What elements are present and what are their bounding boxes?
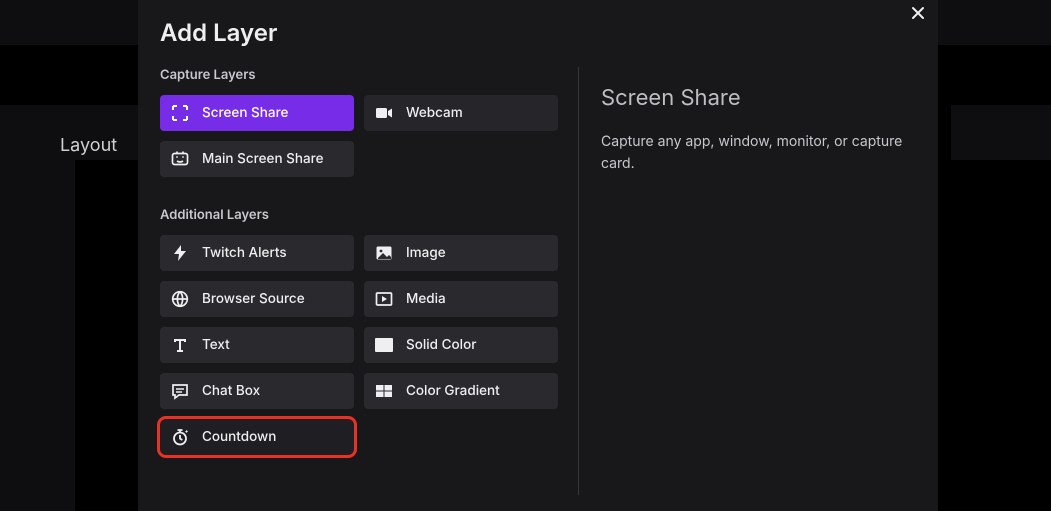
modal-header: Add Layer bbox=[138, 0, 938, 47]
tile-label: Screen Share bbox=[202, 105, 288, 121]
layer-detail-column: Screen Share Capture any app, window, mo… bbox=[579, 67, 916, 495]
main-screen-share-icon bbox=[170, 149, 190, 169]
section-additional-layers: Additional Layers bbox=[160, 207, 560, 223]
tile-label: Chat Box bbox=[202, 383, 260, 399]
countdown-icon bbox=[170, 427, 190, 447]
tile-label: Image bbox=[406, 245, 446, 261]
chat-icon bbox=[170, 381, 190, 401]
tile-main-screen-share[interactable]: Main Screen Share bbox=[160, 141, 354, 177]
solid-color-icon bbox=[374, 335, 394, 355]
modal-title: Add Layer bbox=[160, 18, 916, 47]
detail-description: Capture any app, window, monitor, or cap… bbox=[601, 131, 911, 174]
tile-label: Webcam bbox=[406, 105, 463, 121]
tile-chat-box[interactable]: Chat Box bbox=[160, 373, 354, 409]
app-right-strip bbox=[951, 105, 1051, 161]
modal-body: Capture Layers Screen Share bbox=[138, 67, 938, 511]
browser-icon bbox=[170, 289, 190, 309]
tile-solid-color[interactable]: Solid Color bbox=[364, 327, 558, 363]
screen-share-icon bbox=[170, 103, 190, 123]
tile-label: Text bbox=[202, 337, 230, 353]
tile-label: Media bbox=[406, 291, 446, 307]
alerts-icon bbox=[170, 243, 190, 263]
tile-browser-source[interactable]: Browser Source bbox=[160, 281, 354, 317]
add-layer-modal: Add Layer Capture Layers Screen Share bbox=[138, 0, 938, 511]
layer-options-column: Capture Layers Screen Share bbox=[160, 67, 578, 495]
section-capture-layers: Capture Layers bbox=[160, 67, 560, 83]
tile-countdown[interactable]: Countdown bbox=[160, 419, 354, 455]
tile-media[interactable]: Media bbox=[364, 281, 558, 317]
capture-layers-grid: Screen Share Webcam bbox=[160, 95, 560, 177]
tile-twitch-alerts[interactable]: Twitch Alerts bbox=[160, 235, 354, 271]
media-icon bbox=[374, 289, 394, 309]
tile-webcam[interactable]: Webcam bbox=[364, 95, 558, 131]
detail-title: Screen Share bbox=[601, 85, 916, 111]
tile-label: Countdown bbox=[202, 429, 276, 445]
tile-label: Browser Source bbox=[202, 291, 305, 307]
additional-layers-grid: Twitch Alerts Image bbox=[160, 235, 560, 455]
tile-label: Main Screen Share bbox=[202, 151, 324, 167]
app-right-black bbox=[956, 160, 1051, 511]
tile-label: Twitch Alerts bbox=[202, 245, 287, 261]
webcam-icon bbox=[374, 103, 394, 123]
tile-label: Solid Color bbox=[406, 337, 476, 353]
tile-label: Color Gradient bbox=[406, 383, 500, 399]
close-icon bbox=[910, 5, 926, 25]
tile-text[interactable]: Text bbox=[160, 327, 354, 363]
tile-color-gradient[interactable]: Color Gradient bbox=[364, 373, 558, 409]
tile-screen-share[interactable]: Screen Share bbox=[160, 95, 354, 131]
image-icon bbox=[374, 243, 394, 263]
text-icon bbox=[170, 335, 190, 355]
gradient-icon bbox=[374, 381, 394, 401]
close-button[interactable] bbox=[905, 2, 931, 28]
tile-image[interactable]: Image bbox=[364, 235, 558, 271]
